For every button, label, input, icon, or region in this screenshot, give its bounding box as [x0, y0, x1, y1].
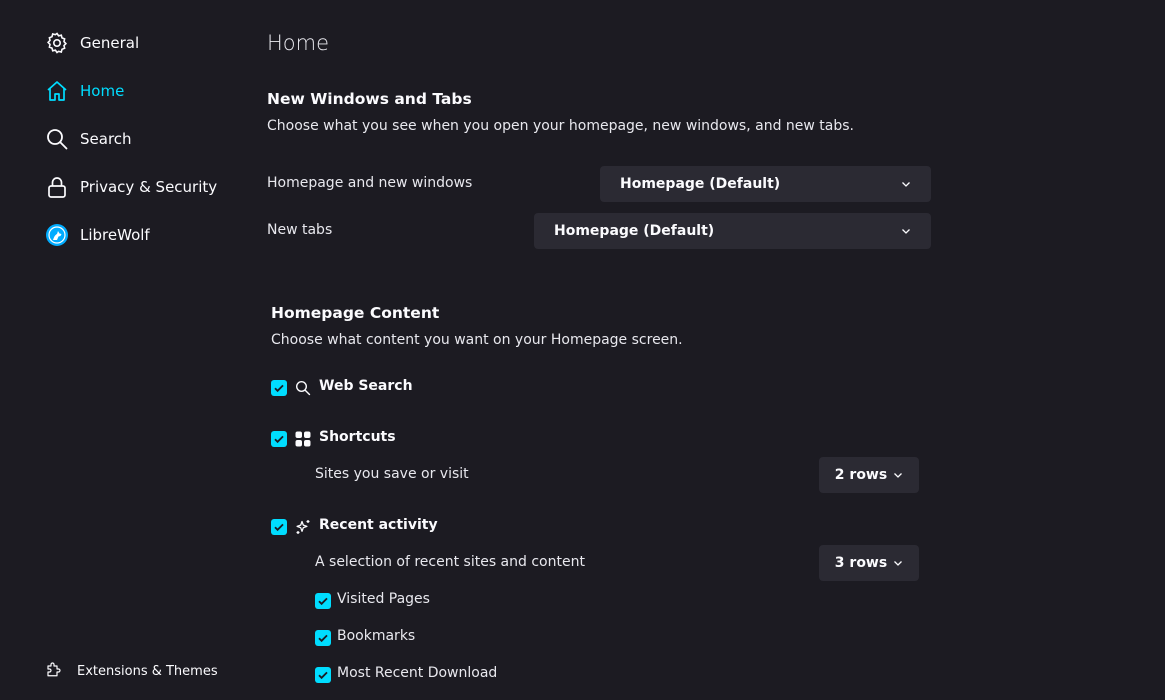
visited-pages-label: Visited Pages [337, 591, 430, 607]
new-tabs-select[interactable]: Homepage (Default) [534, 213, 931, 249]
bookmarks-label: Bookmarks [337, 628, 416, 644]
chevron-down-icon [894, 473, 903, 478]
checkmark-icon [318, 671, 328, 680]
checkmark-icon [318, 634, 328, 643]
homepage-windows-select[interactable]: Homepage (Default) [600, 166, 931, 202]
web-search-label: Web Search [319, 378, 413, 394]
homepage-windows-value: Homepage (Default) [620, 176, 781, 192]
checkmark-icon [274, 523, 284, 532]
shortcuts-rows-select[interactable]: 2 rows [819, 457, 919, 493]
checkmark-icon [274, 435, 284, 444]
chevron-down-icon [894, 561, 903, 566]
homepage-content-heading: Homepage Content [271, 304, 440, 322]
recent-activity-checkbox[interactable] [271, 519, 287, 535]
most-recent-download-label: Most Recent Download [337, 665, 498, 681]
shortcuts-grid-icon [295, 431, 311, 447]
web-search-checkbox[interactable] [271, 380, 287, 396]
most-recent-download-checkbox[interactable] [315, 667, 331, 683]
recent-activity-description: A selection of recent sites and content [315, 554, 585, 570]
chevron-down-icon [902, 229, 910, 234]
new-tabs-label: New tabs [267, 222, 333, 238]
homepage-content-description: Choose what content you want on your Hom… [271, 332, 683, 348]
homepage-windows-label: Homepage and new windows [267, 175, 473, 191]
checkmark-icon [318, 597, 328, 606]
search-icon [295, 380, 311, 396]
shortcuts-checkbox[interactable] [271, 431, 287, 447]
new-windows-description: Choose what you see when you open your h… [267, 118, 855, 134]
recent-activity-label: Recent activity [319, 517, 438, 533]
page-title: Home [267, 31, 330, 55]
shortcuts-description: Sites you save or visit [315, 466, 469, 482]
visited-pages-checkbox[interactable] [315, 593, 331, 609]
shortcuts-rows-value: 2 rows [834, 467, 888, 483]
recent-rows-select[interactable]: 3 rows [819, 545, 919, 581]
new-tabs-value: Homepage (Default) [554, 223, 715, 239]
new-windows-heading: New Windows and Tabs [267, 90, 472, 108]
sparkle-icon [296, 520, 310, 534]
bookmarks-checkbox[interactable] [315, 630, 331, 646]
checkmark-icon [274, 384, 284, 393]
shortcuts-label: Shortcuts [319, 429, 396, 445]
main-content: Home New Windows and Tabs Choose what yo… [0, 0, 1165, 700]
chevron-down-icon [902, 182, 910, 187]
recent-rows-value: 3 rows [834, 555, 888, 571]
